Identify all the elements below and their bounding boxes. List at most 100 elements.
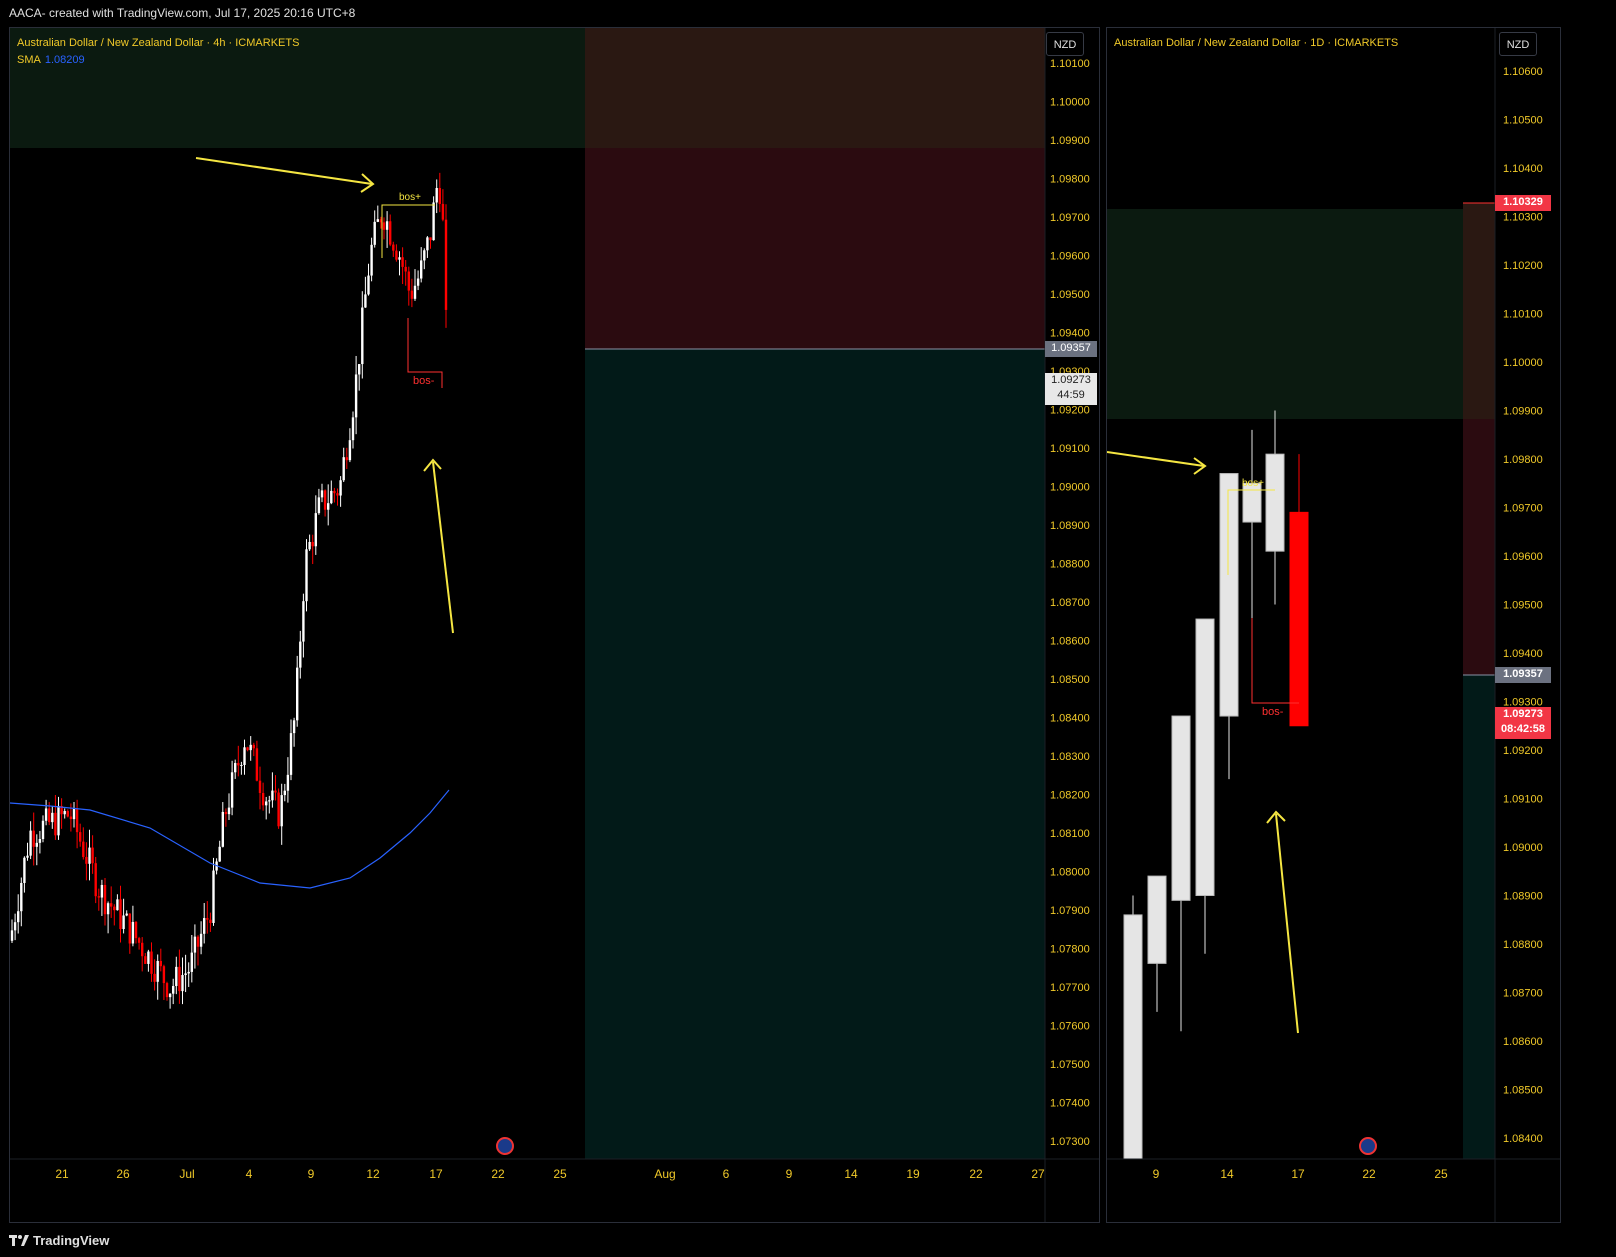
left-entry-tag: 1.09357: [1045, 341, 1097, 357]
intraday-candle: [410, 290, 414, 299]
sma-label[interactable]: SMA: [17, 54, 41, 66]
left-currency-button[interactable]: NZD: [1046, 32, 1084, 56]
australia-flag-icon-right[interactable]: [1359, 1137, 1377, 1155]
intraday-candle: [358, 364, 361, 375]
left-last-price: 1.09273: [1051, 374, 1091, 386]
left-price-tick: 1.08300: [1050, 751, 1090, 763]
right-price-axis[interactable]: 1.10600 1.10500 1.10400 1.10300 1.10200 1.101…: [1503, 66, 1543, 1145]
right-legend: Australian Dollar / New Zealand Dollar ·…: [1114, 35, 1398, 52]
right-last-price-tag: 1.09273 08:42:58: [1495, 707, 1551, 739]
right-target-zone: [1107, 209, 1463, 419]
right-time-tick: 9: [1153, 1167, 1160, 1181]
intraday-candle: [420, 260, 423, 279]
intraday-candle: [280, 795, 283, 827]
left-symbol-title[interactable]: Australian Dollar / New Zealand Dollar ·…: [17, 35, 299, 52]
left-time-tick: 17: [429, 1167, 443, 1181]
intraday-candle: [85, 857, 88, 864]
intraday-candle: [429, 237, 432, 241]
intraday-candle: [94, 863, 97, 897]
left-price-axis[interactable]: 1.10100 1.10000 1.09900 1.09800 1.09700 1.096…: [1050, 58, 1090, 1148]
left-time-tick: 25: [553, 1167, 567, 1181]
intraday-candle: [156, 960, 159, 982]
left-price-tick: 1.09500: [1050, 289, 1090, 301]
intraday-candle: [41, 820, 45, 840]
intraday-candle: [234, 763, 237, 773]
right-chart-canvas[interactable]: bos+ bos- 1.106001.105001.104001.103001.…: [1107, 28, 1561, 1223]
right-price-tick: 1.10600: [1503, 66, 1543, 78]
right-bos-up-label: bos+: [1242, 478, 1264, 489]
left-price-tick: 1.09700: [1050, 212, 1090, 224]
right-price-tick: 1.08900: [1503, 891, 1543, 903]
right-price-tick: 1.09400: [1503, 648, 1543, 660]
intraday-candle: [66, 811, 69, 817]
left-time-axis[interactable]: 21 26 Jul 4 9 12 17 22 25 Aug 6 9 14 19 22 27: [55, 1167, 1045, 1181]
left-price-tick: 1.07400: [1050, 1098, 1090, 1110]
right-candles-group: [1123, 410, 1309, 1160]
intraday-candle: [54, 812, 57, 836]
daily-candle: [1195, 618, 1215, 896]
intraday-candle: [196, 936, 200, 947]
right-entry-tag: 1.09357: [1495, 667, 1551, 683]
right-price-tick: 1.09000: [1503, 842, 1543, 854]
intraday-candle: [199, 933, 203, 947]
right-price-tick: 1.10100: [1503, 309, 1543, 321]
intraday-candle: [172, 986, 175, 994]
right-stop-zone: [1463, 419, 1495, 675]
left-price-tick: 1.08900: [1050, 520, 1090, 532]
intraday-candle: [88, 847, 91, 864]
left-price-tick: 1.08800: [1050, 559, 1090, 571]
left-price-tick: 1.09800: [1050, 174, 1090, 186]
intraday-candle: [181, 975, 184, 992]
intraday-candle: [184, 973, 187, 976]
daily-candle: [1123, 914, 1143, 1160]
right-chart-pane[interactable]: bos+ bos- 1.10600 1.10500 1.10400 1.10300 1.…: [1106, 27, 1561, 1223]
left-time-tick: 9: [308, 1167, 315, 1181]
right-price-tick: 1.08700: [1503, 988, 1543, 1000]
intraday-candle: [106, 903, 110, 915]
footer-bar: TradingView: [0, 1225, 1616, 1257]
daily-candle: [1242, 482, 1262, 523]
intraday-candle: [246, 747, 249, 751]
left-price-tick: 1.07500: [1050, 1059, 1090, 1071]
intraday-candle: [134, 921, 138, 939]
right-price-tick: 1.09200: [1503, 745, 1543, 757]
intraday-candle: [268, 800, 271, 802]
right-price-tick: 1.10400: [1503, 163, 1543, 175]
right-stop-tag: 1.10329: [1495, 195, 1551, 211]
left-chart-canvas[interactable]: bos+ bos- 1.101001.100001.099001.098001.…: [10, 28, 1100, 1223]
intraday-candle: [110, 903, 113, 907]
intraday-candle: [63, 811, 66, 815]
intraday-candle: [395, 250, 398, 260]
intraday-candle: [401, 257, 404, 267]
intraday-candle: [354, 374, 358, 418]
right-currency-button[interactable]: NZD: [1499, 32, 1537, 56]
left-price-tick: 1.07800: [1050, 944, 1090, 956]
intraday-candle: [131, 921, 135, 944]
left-price-tick: 1.09000: [1050, 482, 1090, 494]
intraday-candle: [97, 896, 100, 898]
intraday-candle: [376, 219, 379, 222]
intraday-candle: [398, 257, 401, 260]
right-time-axis[interactable]: 9 14 17 22 25: [1153, 1167, 1448, 1181]
left-time-tick: 22: [969, 1167, 983, 1181]
intraday-candle: [137, 938, 141, 943]
australia-flag-icon[interactable]: [496, 1137, 514, 1155]
intraday-candle: [364, 294, 367, 308]
right-price-tick: 1.08800: [1503, 939, 1543, 951]
left-time-tick: Jul: [179, 1167, 194, 1181]
intraday-candle: [345, 457, 348, 461]
tradingview-brand[interactable]: TradingView: [9, 1233, 109, 1248]
intraday-candle: [336, 493, 339, 496]
left-price-tick: 1.08000: [1050, 867, 1090, 879]
intraday-candle: [407, 271, 410, 291]
intraday-candle: [302, 601, 305, 642]
intraday-candle: [128, 913, 131, 944]
header-title: AACA- created with TradingView.com, Jul …: [0, 0, 1616, 26]
right-symbol-title[interactable]: Australian Dollar / New Zealand Dollar ·…: [1114, 35, 1398, 52]
intraday-candle: [286, 774, 290, 791]
intraday-candle: [333, 490, 336, 494]
left-time-tick: Aug: [654, 1167, 675, 1181]
intraday-candle: [32, 830, 35, 847]
left-price-tick: 1.07600: [1050, 1021, 1090, 1033]
left-chart-pane[interactable]: bos+ bos- 1.10100 1.10000 1.09900 1.09800 1.…: [9, 27, 1100, 1223]
